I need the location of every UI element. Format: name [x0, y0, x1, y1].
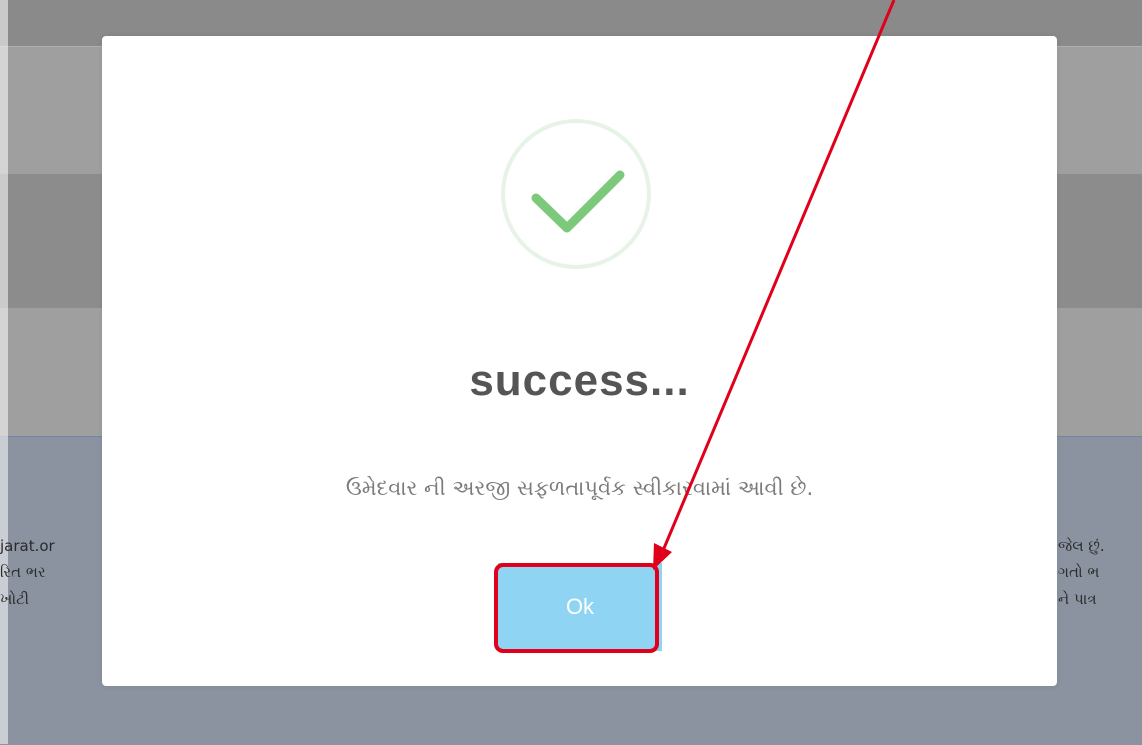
background-text-line: ને પાત્ર	[1058, 590, 1097, 608]
success-dialog: success... ઉમેદવાર ની અરજી સફળતાપૂર્વક સ…	[102, 36, 1057, 686]
background-text-line: ગતો ભ	[1058, 563, 1100, 581]
success-checkmark-icon	[494, 112, 658, 276]
background-text-line: રિત ભર	[0, 563, 46, 581]
background-text-line: જેલ છું.	[1058, 537, 1105, 555]
background-text-line: ખોટી	[0, 590, 30, 608]
dialog-title: success...	[469, 356, 690, 405]
ok-button[interactable]: Ok	[498, 563, 662, 651]
background-text-line: jarat.or	[0, 537, 55, 555]
dialog-message: ઉમેદવાર ની અરજી સફળતાપૂર્વક સ્વીકારવામાં…	[345, 476, 814, 500]
background-edge	[0, 0, 8, 744]
